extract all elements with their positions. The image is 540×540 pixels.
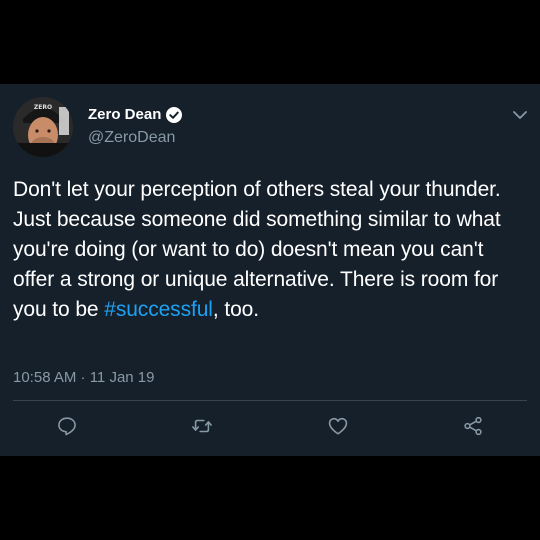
avatar-cap-text: ZERO [34, 104, 52, 111]
avatar-image: ZERO [13, 97, 73, 157]
avatar[interactable]: ZERO [13, 97, 73, 157]
display-name-text: Zero Dean [88, 106, 162, 123]
hashtag-link[interactable]: #successful [104, 298, 213, 321]
comment-icon [58, 417, 76, 436]
chevron-down-icon[interactable] [512, 108, 528, 122]
user-handle[interactable]: @ZeroDean [88, 129, 175, 147]
reply-button[interactable] [55, 414, 79, 438]
tweet-text: Don't let your perception of others stea… [13, 175, 528, 325]
retweet-icon [192, 419, 212, 433]
tweet-text-tail: , too. [212, 298, 259, 321]
share-icon [464, 416, 482, 436]
action-bar [0, 411, 540, 441]
tweet-timestamp[interactable]: 10:58 AM · 11 Jan 19 [13, 369, 154, 386]
tweet-card: ZERO Zero Dean @ZeroDean Don't let your … [0, 84, 540, 456]
like-button[interactable] [326, 414, 350, 438]
share-button[interactable] [461, 414, 485, 438]
heart-icon [328, 417, 348, 435]
verified-badge-icon [166, 106, 183, 123]
divider [13, 400, 527, 401]
display-name[interactable]: Zero Dean [88, 106, 183, 123]
retweet-button[interactable] [190, 414, 214, 438]
